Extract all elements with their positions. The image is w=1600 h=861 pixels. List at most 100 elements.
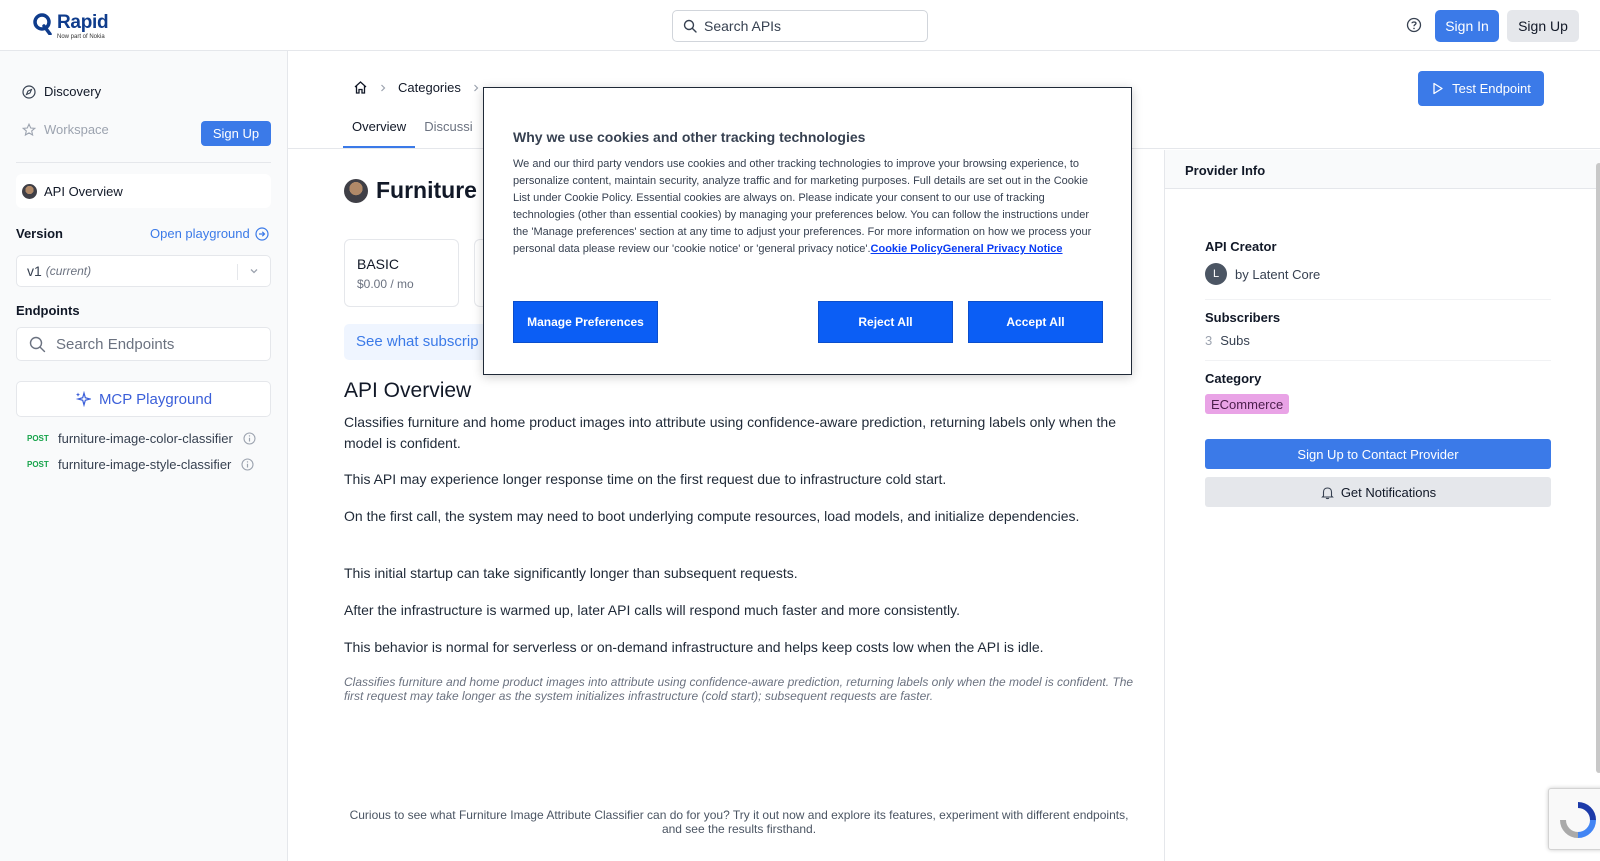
info-icon[interactable] [241, 458, 254, 471]
cookie-title: Why we use cookies and other tracking te… [513, 129, 866, 145]
top-bar: Rapid Now part of Nokia Search APIs Sign… [0, 0, 1600, 51]
plan-name: BASIC [357, 256, 400, 272]
api-tabs: Overview Discussi [343, 112, 482, 148]
avatar: L [1205, 263, 1227, 285]
divider [1205, 360, 1551, 361]
sidebar-item-discovery[interactable]: Discovery [22, 84, 101, 99]
subscribers-label: Subscribers [1205, 310, 1281, 325]
manage-preferences-button[interactable]: Manage Preferences [513, 301, 658, 343]
endpoint-item[interactable]: POST furniture-image-style-classifier [27, 457, 254, 472]
play-icon [1433, 82, 1443, 95]
help-icon[interactable] [1406, 17, 1422, 33]
breadcrumb: Categories [353, 80, 481, 95]
scrollbar[interactable] [1596, 163, 1600, 773]
reject-all-button[interactable]: Reject All [818, 301, 953, 343]
bell-icon [1320, 486, 1334, 499]
creator-name: by Latent Core [1235, 266, 1321, 282]
description-paragraph: On the first call, the system may need t… [344, 508, 1080, 524]
sign-up-button[interactable]: Sign Up [1507, 10, 1579, 42]
endpoint-method: POST [27, 434, 49, 443]
divider [1205, 299, 1551, 300]
italic-summary: Classifies furniture and home product im… [344, 675, 1134, 703]
description-paragraph: This initial startup can take significan… [344, 565, 798, 581]
test-endpoint-label: Test Endpoint [1452, 81, 1531, 96]
chevron-down-icon [250, 269, 258, 274]
subscribers-number: 3 [1205, 333, 1213, 348]
endpoint-method: POST [27, 460, 49, 469]
sidebar-item-api-overview[interactable]: API Overview [16, 174, 271, 208]
home-icon[interactable] [353, 80, 368, 95]
sidebar-item-label: API Overview [44, 183, 123, 199]
test-endpoint-button[interactable]: Test Endpoint [1418, 71, 1544, 106]
endpoint-name: furniture-image-style-classifier [58, 457, 232, 472]
subscribers-count: 3 Subs [1205, 333, 1250, 348]
compass-icon [22, 84, 36, 99]
sparkle-icon [75, 391, 91, 407]
tab-overview[interactable]: Overview [343, 112, 416, 148]
search-endpoints-placeholder: Search Endpoints [56, 335, 175, 353]
version-current-label: (current) [45, 264, 92, 278]
recaptcha-badge[interactable] [1548, 788, 1600, 850]
provider-info-panel: Provider Info API Creator L by Latent Co… [1164, 150, 1600, 861]
open-playground-label: Open playground [150, 226, 250, 241]
search-icon [683, 19, 697, 33]
endpoint-item[interactable]: POST furniture-image-color-classifier [27, 431, 256, 446]
section-title: API Overview [344, 379, 472, 402]
info-icon[interactable] [243, 432, 256, 445]
arrow-circle-right-icon [255, 226, 269, 241]
category-badge[interactable]: ECommerce [1205, 394, 1290, 414]
sidebar-item-label: Discovery [44, 84, 102, 99]
try-it-note: Curious to see what Furniture Image Attr… [349, 808, 1129, 836]
sidebar-item-workspace[interactable]: Workspace [22, 122, 109, 137]
search-apis-input[interactable]: Search APIs [672, 10, 928, 42]
contact-provider-button[interactable]: Sign Up to Contact Provider [1205, 439, 1551, 469]
cookie-body-text: We and our third party vendors use cooki… [513, 158, 1092, 255]
search-icon [29, 336, 46, 352]
api-avatar [22, 183, 37, 199]
version-label: Version [16, 226, 63, 241]
accept-all-button[interactable]: Accept All [968, 301, 1103, 343]
subscribers-unit: Subs [1220, 333, 1250, 348]
open-playground-link[interactable]: Open playground [150, 226, 269, 241]
api-title-text: Furniture [376, 177, 477, 203]
rapid-logo-icon [33, 13, 52, 35]
endpoints-label: Endpoints [16, 303, 80, 318]
get-notifications-button[interactable]: Get Notifications [1205, 477, 1551, 507]
version-select[interactable]: v1 (current) [16, 255, 271, 287]
privacy-notice-link[interactable]: General Privacy Notice [943, 243, 1063, 255]
star-icon [22, 122, 36, 136]
mcp-playground-button[interactable]: MCP Playground [16, 381, 271, 417]
sidebar-sign-up-button[interactable]: Sign Up [201, 121, 271, 146]
see-subscriptions-link[interactable]: See what subscrip [344, 324, 494, 360]
description-paragraph: This API may experience longer response … [344, 471, 947, 487]
sidebar-item-label: Workspace [44, 122, 109, 137]
api-creator-label: API Creator [1205, 239, 1277, 254]
select-separator [237, 264, 238, 280]
search-apis-placeholder: Search APIs [704, 18, 782, 34]
cookie-policy-link[interactable]: Cookie Policy [871, 243, 943, 255]
tab-discussions[interactable]: Discussi [415, 112, 481, 148]
page-title: Furniture [344, 177, 477, 204]
logo-subtitle: Now part of Nokia [57, 34, 105, 40]
rapid-logo[interactable]: Rapid Now part of Nokia [33, 12, 109, 40]
version-value: v1 [27, 263, 42, 279]
sign-in-button[interactable]: Sign In [1435, 10, 1499, 42]
plan-price: $0.00 / mo [357, 277, 414, 291]
cookie-body: We and our third party vendors use cooki… [513, 156, 1103, 258]
api-creator[interactable]: L by Latent Core [1205, 263, 1320, 285]
description-paragraph: This behavior is normal for serverless o… [344, 639, 1044, 655]
description-paragraph: Classifies furniture and home product im… [344, 414, 1116, 451]
sidebar-divider [16, 162, 271, 163]
description-paragraph: After the infrastructure is warmed up, l… [344, 602, 960, 618]
get-notifications-label: Get Notifications [1340, 484, 1437, 500]
mcp-playground-label: MCP Playground [98, 390, 213, 408]
category-label: Category [1205, 371, 1262, 386]
plan-card-basic[interactable]: BASIC $0.00 / mo [344, 239, 459, 307]
api-avatar [344, 178, 368, 203]
chevron-right-icon [473, 84, 479, 91]
logo-name: Rapid [57, 12, 109, 33]
recaptcha-icon [1560, 802, 1596, 838]
search-endpoints-input[interactable]: Search Endpoints [16, 327, 271, 361]
cookie-consent-dialog: Why we use cookies and other tracking te… [483, 87, 1132, 375]
breadcrumb-categories[interactable]: Categories [398, 80, 461, 95]
